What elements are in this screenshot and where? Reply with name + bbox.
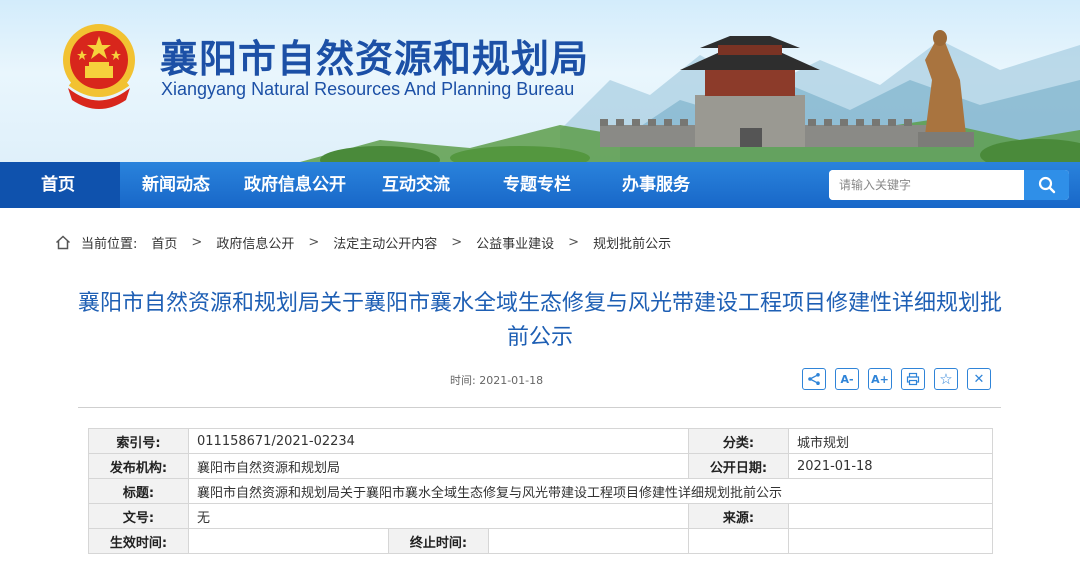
empty-cell bbox=[788, 528, 994, 554]
table-row: 标题: 襄阳市自然资源和规划局关于襄阳市襄水全域生态修复与风光带建设工程项目修建… bbox=[88, 478, 994, 504]
site-title: 襄阳市自然资源和规划局 bbox=[160, 37, 590, 81]
nav-item-special-topics[interactable]: 专题专栏 bbox=[503, 162, 571, 208]
article-time-value: 2021-01-18 bbox=[479, 374, 544, 387]
article-title: 襄阳市自然资源和规划局关于襄阳市襄水全域生态修复与风光带建设工程项目修建性详细规… bbox=[77, 291, 1002, 350]
category-label: 分类: bbox=[688, 428, 790, 454]
national-emblem-icon bbox=[63, 24, 135, 109]
table-row: 文号: 无 来源: bbox=[88, 503, 994, 529]
search-input[interactable] bbox=[829, 170, 1024, 200]
nav-item-services[interactable]: 办事服务 bbox=[622, 162, 690, 208]
source-value bbox=[788, 503, 994, 529]
doc-no-label: 文号: bbox=[88, 503, 189, 529]
document-info-table: 索引号: 011158671/2021-02234 分类: 城市规划 发布机构:… bbox=[88, 428, 994, 554]
nav-item-news[interactable]: 新闻动态 bbox=[142, 162, 210, 208]
subject-value: 襄阳市自然资源和规划局关于襄阳市襄水全域生态修复与风光带建设工程项目修建性详细规… bbox=[187, 478, 994, 504]
print-icon bbox=[906, 372, 920, 386]
site-subtitle: Xiangyang Natural Resources And Planning… bbox=[161, 79, 575, 99]
article-toolbar: A- A+ ☆ ✕ bbox=[802, 368, 991, 390]
effective-value bbox=[188, 528, 389, 554]
favorite-icon: ☆ bbox=[939, 370, 953, 388]
share-icon bbox=[808, 373, 820, 385]
index-value: 011158671/2021-02234 bbox=[187, 428, 690, 454]
print-button[interactable] bbox=[901, 368, 925, 390]
search-icon bbox=[1038, 176, 1055, 194]
font-increase-button[interactable]: A+ bbox=[868, 368, 892, 390]
site-banner: 襄阳市自然资源和规划局 Xiangyang Natural Resources … bbox=[0, 0, 1080, 162]
index-label: 索引号: bbox=[88, 428, 189, 454]
breadcrumb: 当前位置: 首页 > 政府信息公开 > 法定主动公开内容 > 公益事业建设 > … bbox=[55, 232, 671, 252]
favorite-button[interactable]: ☆ bbox=[934, 368, 958, 390]
main-nav: 首页 新闻动态 政府信息公开 互动交流 专题专栏 办事服务 bbox=[0, 162, 1080, 208]
breadcrumb-separator: > bbox=[308, 234, 320, 250]
breadcrumb-separator: > bbox=[451, 234, 463, 250]
table-row: 生效时间: 终止时间: bbox=[88, 528, 994, 554]
breadcrumb-separator: > bbox=[568, 234, 580, 250]
doc-no-value: 无 bbox=[187, 503, 690, 529]
breadcrumb-item-public-welfare[interactable]: 公益事业建设 bbox=[476, 233, 554, 252]
font-decrease-icon: A- bbox=[840, 372, 854, 386]
breadcrumb-item-home[interactable]: 首页 bbox=[151, 233, 177, 252]
close-icon: ✕ bbox=[973, 371, 985, 387]
publisher-label: 发布机构: bbox=[88, 453, 189, 479]
table-row: 发布机构: 襄阳市自然资源和规划局 公开日期: 2021-01-18 bbox=[88, 453, 994, 479]
table-row: 索引号: 011158671/2021-02234 分类: 城市规划 bbox=[88, 428, 994, 454]
empty-cell bbox=[688, 528, 790, 554]
font-decrease-button[interactable]: A- bbox=[835, 368, 859, 390]
breadcrumb-item-gov-info[interactable]: 政府信息公开 bbox=[216, 233, 294, 252]
article-time-label: 时间: bbox=[450, 374, 476, 387]
source-label: 来源: bbox=[688, 503, 790, 529]
category-value: 城市规划 bbox=[788, 428, 994, 454]
close-button[interactable]: ✕ bbox=[967, 368, 991, 390]
breadcrumb-separator: > bbox=[191, 234, 203, 250]
breadcrumb-item-statutory-content[interactable]: 法定主动公开内容 bbox=[333, 233, 437, 252]
publisher-value: 襄阳市自然资源和规划局 bbox=[187, 453, 690, 479]
nav-item-interaction[interactable]: 互动交流 bbox=[382, 162, 450, 208]
breadcrumb-label: 当前位置: bbox=[81, 236, 138, 252]
publish-date-label: 公开日期: bbox=[688, 453, 790, 479]
search-box bbox=[829, 170, 1069, 200]
article-time: 时间: 2021-01-18 bbox=[450, 372, 543, 388]
share-button[interactable] bbox=[802, 368, 826, 390]
nav-item-gov-info[interactable]: 政府信息公开 bbox=[244, 162, 346, 208]
header-divider bbox=[78, 407, 1001, 408]
effective-label: 生效时间: bbox=[88, 528, 189, 554]
nav-item-home[interactable]: 首页 bbox=[41, 162, 75, 208]
search-button[interactable] bbox=[1024, 170, 1069, 200]
publish-date-value: 2021-01-18 bbox=[788, 453, 994, 479]
expire-value bbox=[487, 528, 690, 554]
expire-label: 终止时间: bbox=[388, 528, 489, 554]
home-icon bbox=[55, 234, 71, 249]
subject-label: 标题: bbox=[88, 478, 189, 504]
font-increase-icon: A+ bbox=[871, 372, 889, 386]
breadcrumb-item-planning-notice[interactable]: 规划批前公示 bbox=[593, 233, 671, 252]
